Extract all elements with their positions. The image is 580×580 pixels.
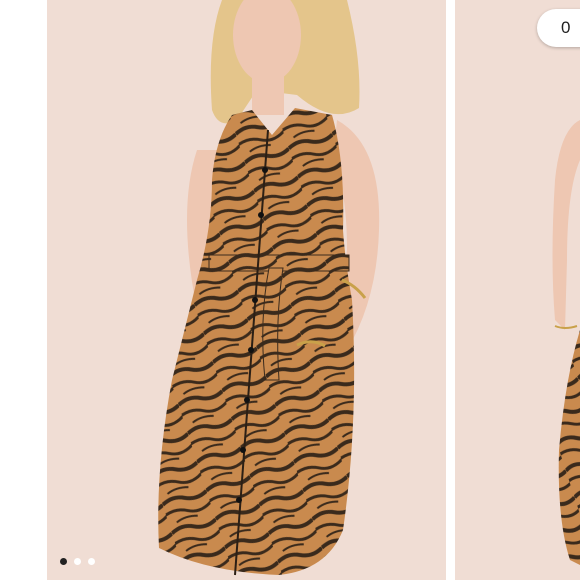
model-in-tiger-print-dress-illustration [47,0,446,580]
pagination-dot-2[interactable] [74,558,81,565]
image-carousel[interactable] [0,0,580,580]
pagination-dot-3[interactable] [88,558,95,565]
like-count-button[interactable]: 0 [537,9,580,47]
like-count: 0 [561,18,571,37]
product-photo-main[interactable] [47,0,446,580]
carousel-pagination [60,558,95,565]
model-side-view-illustration [455,0,580,580]
pagination-dot-1[interactable] [60,558,67,565]
product-photo-next[interactable] [455,0,580,580]
